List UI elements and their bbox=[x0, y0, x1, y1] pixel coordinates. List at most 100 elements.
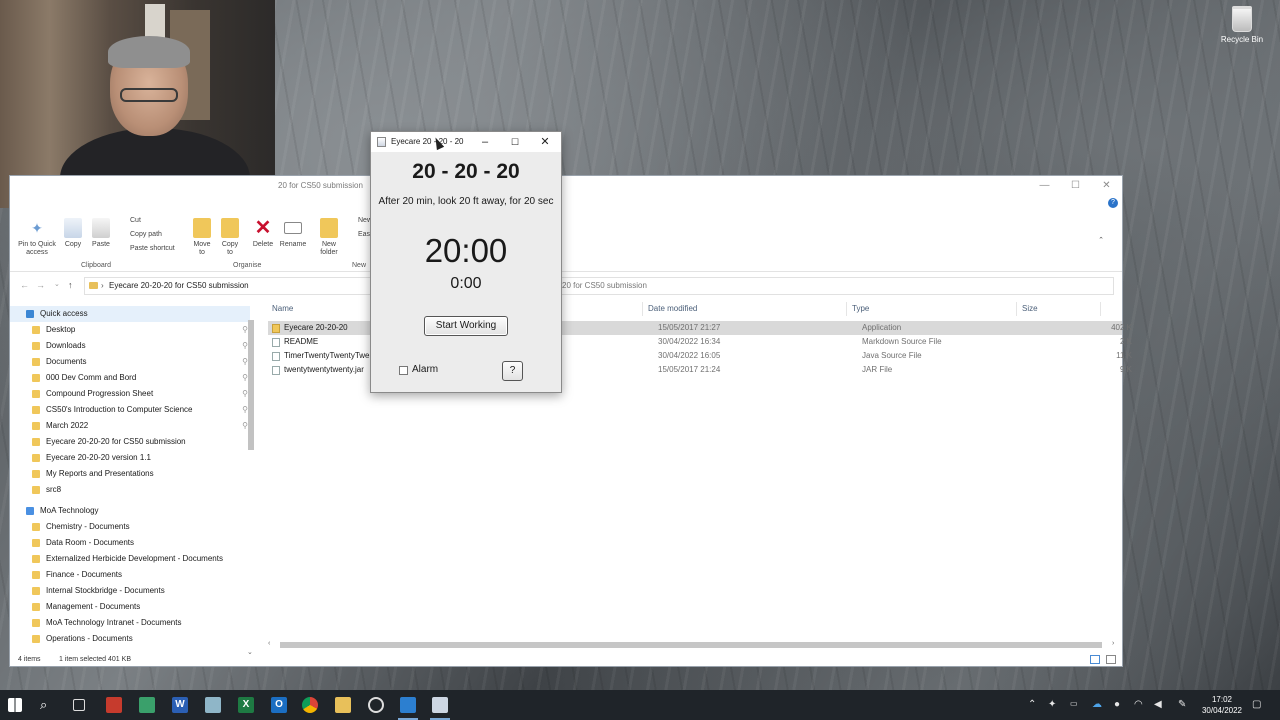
nav-item[interactable]: Compound Progression Sheet ⚲ bbox=[10, 386, 250, 402]
alarm-label: Alarm bbox=[412, 364, 439, 375]
folder-icon bbox=[32, 470, 40, 478]
java-eyecare-icon[interactable] bbox=[430, 697, 450, 720]
eyecare-window-title: Eyecare 20 - 20 - 20 bbox=[391, 137, 464, 146]
nav-item-label: Downloads bbox=[46, 341, 86, 350]
eyecare-maximize-button[interactable]: ☐ bbox=[500, 132, 530, 152]
nav-item[interactable]: Quick access bbox=[10, 306, 250, 322]
taskbar-clock[interactable]: 17:02 30/04/2022 bbox=[1196, 694, 1248, 716]
move-to-button[interactable]: Move to bbox=[190, 218, 214, 257]
nav-item[interactable]: Data Room - Documents bbox=[10, 535, 250, 551]
forward-arrow-icon[interactable]: → bbox=[36, 280, 45, 290]
large-icons-view-icon[interactable] bbox=[1106, 655, 1116, 664]
app-circle-icon[interactable] bbox=[368, 697, 384, 713]
delete-button[interactable]: ✕ Delete bbox=[251, 218, 275, 249]
cut-button[interactable]: Cut bbox=[118, 214, 141, 228]
navigation-scrollbar[interactable]: ⌄ bbox=[246, 310, 256, 656]
nav-item[interactable]: Finance - Documents bbox=[10, 567, 250, 583]
new-item-button[interactable]: New bbox=[346, 214, 372, 228]
show-hidden-icons-icon[interactable]: ⌃ bbox=[1028, 699, 1036, 710]
volume-icon[interactable]: ◀ bbox=[1154, 699, 1162, 710]
notifications-icon[interactable]: ▢ bbox=[1252, 699, 1261, 710]
nav-item[interactable]: Eyecare 20-20-20 version 1.1 bbox=[10, 450, 250, 466]
help-icon[interactable]: ? bbox=[1108, 198, 1118, 208]
nav-item[interactable]: Management - Documents bbox=[10, 599, 250, 615]
outlook-icon[interactable]: O bbox=[271, 697, 287, 713]
back-arrow-icon[interactable]: ← bbox=[20, 280, 29, 290]
nav-item[interactable]: Chemistry - Documents bbox=[10, 519, 250, 535]
file-size: 11 K bbox=[1116, 351, 1132, 360]
nav-item[interactable]: CS50's Introduction to Computer Science ⚲ bbox=[10, 402, 250, 418]
acrobat-icon[interactable] bbox=[106, 697, 122, 713]
column-header-type[interactable]: Type bbox=[852, 304, 869, 313]
minimize-button[interactable]: — bbox=[1029, 176, 1060, 196]
maximize-button[interactable]: ☐ bbox=[1060, 176, 1091, 196]
column-header-name[interactable]: Name bbox=[272, 304, 293, 313]
star-icon bbox=[26, 507, 34, 515]
nav-item[interactable]: Desktop ⚲ bbox=[10, 322, 250, 338]
nav-item[interactable]: March 2022 ⚲ bbox=[10, 418, 250, 434]
up-arrow-icon[interactable]: ↑ bbox=[68, 280, 73, 290]
scroll-right-arrow-icon[interactable]: › bbox=[1112, 640, 1114, 647]
recycle-bin[interactable]: Recycle Bin bbox=[1220, 6, 1264, 44]
details-view-icon[interactable] bbox=[1090, 655, 1100, 664]
file-date: 30/04/2022 16:05 bbox=[658, 351, 721, 360]
file-explorer-icon[interactable] bbox=[335, 697, 351, 713]
nav-item-label: Chemistry - Documents bbox=[46, 522, 130, 531]
nav-item[interactable]: 000 Dev Comm and Bord ⚲ bbox=[10, 370, 250, 386]
ribbon-collapse-chevron-icon[interactable]: ⌃ bbox=[1098, 236, 1104, 244]
search-icon[interactable]: ⌕ bbox=[40, 697, 56, 713]
tray-app-icon[interactable]: ▭ bbox=[1070, 699, 1078, 708]
calculator-icon[interactable] bbox=[139, 697, 155, 713]
network-app-icon[interactable]: ✦ bbox=[1048, 699, 1056, 710]
nav-item[interactable]: Internal Stockbridge - Documents bbox=[10, 583, 250, 599]
nav-item[interactable]: MoA Technology bbox=[10, 503, 250, 519]
copy-button[interactable]: Copy bbox=[62, 218, 84, 249]
folder-icon bbox=[32, 635, 40, 643]
nav-item[interactable]: Documents ⚲ bbox=[10, 354, 250, 370]
excel-icon[interactable]: X bbox=[238, 697, 254, 713]
folder-icon bbox=[32, 571, 40, 579]
start-windows-icon[interactable] bbox=[8, 698, 22, 712]
sticky-notes-icon[interactable] bbox=[205, 697, 221, 713]
address-input[interactable]: › Eyecare 20-20-20 for CS50 submission 2… bbox=[84, 277, 1114, 295]
nav-item[interactable]: Downloads ⚲ bbox=[10, 338, 250, 354]
chrome-icon[interactable] bbox=[302, 697, 318, 713]
folder-icon bbox=[32, 390, 40, 398]
column-header-date[interactable]: Date modified bbox=[648, 304, 697, 313]
paste-shortcut-button[interactable]: Paste shortcut bbox=[118, 242, 175, 256]
new-folder-button[interactable]: New folder bbox=[316, 218, 342, 257]
nav-item[interactable]: Eyecare 20-20-20 for CS50 submission bbox=[10, 434, 250, 450]
eyecare-minimize-button[interactable]: – bbox=[470, 132, 500, 152]
onedrive-icon[interactable]: ☁ bbox=[1092, 699, 1102, 710]
help-button[interactable]: ? bbox=[502, 361, 523, 381]
microphone-icon[interactable]: ● bbox=[1114, 699, 1120, 710]
copy-to-button[interactable]: Copy to bbox=[218, 218, 242, 257]
nav-item[interactable]: MoA Technology Intranet - Documents bbox=[10, 615, 250, 631]
file-name: README bbox=[284, 337, 319, 346]
pin-to-quick-access-button[interactable]: ✦ Pin to Quick access bbox=[14, 218, 60, 257]
horizontal-scrollbar[interactable]: ‹ › bbox=[268, 640, 1118, 650]
alarm-checkbox[interactable] bbox=[399, 366, 408, 375]
nav-item[interactable]: Operations - Documents bbox=[10, 631, 250, 647]
eyecare-close-button[interactable]: ✕ bbox=[530, 132, 560, 152]
start-working-button[interactable]: Start Working bbox=[424, 316, 508, 336]
column-header-size[interactable]: Size bbox=[1022, 304, 1038, 313]
rename-button[interactable]: Rename bbox=[278, 218, 308, 249]
copy-path-button[interactable]: Copy path bbox=[118, 228, 162, 242]
pen-icon[interactable]: ✎ bbox=[1178, 699, 1186, 710]
presenter-glasses bbox=[120, 88, 178, 102]
vscode-icon[interactable] bbox=[398, 697, 418, 720]
nav-item[interactable]: My Reports and Presentations bbox=[10, 466, 250, 482]
word-icon[interactable]: W bbox=[172, 697, 188, 713]
nav-item[interactable]: src8 bbox=[10, 482, 250, 498]
horizontal-scrollbar-thumb[interactable] bbox=[280, 642, 1102, 648]
wifi-icon[interactable]: ◠ bbox=[1134, 699, 1143, 710]
task-view-icon[interactable] bbox=[73, 699, 85, 711]
scrollbar-thumb[interactable] bbox=[248, 320, 254, 450]
paste-button[interactable]: Paste bbox=[89, 218, 113, 249]
close-button[interactable]: ✕ bbox=[1091, 176, 1122, 196]
recent-locations-chevron-icon[interactable]: ⌄ bbox=[54, 280, 60, 288]
scroll-left-arrow-icon[interactable]: ‹ bbox=[268, 640, 270, 647]
easy-access-button[interactable]: Eas bbox=[346, 228, 370, 242]
nav-item[interactable]: Externalized Herbicide Development - Doc… bbox=[10, 551, 250, 567]
